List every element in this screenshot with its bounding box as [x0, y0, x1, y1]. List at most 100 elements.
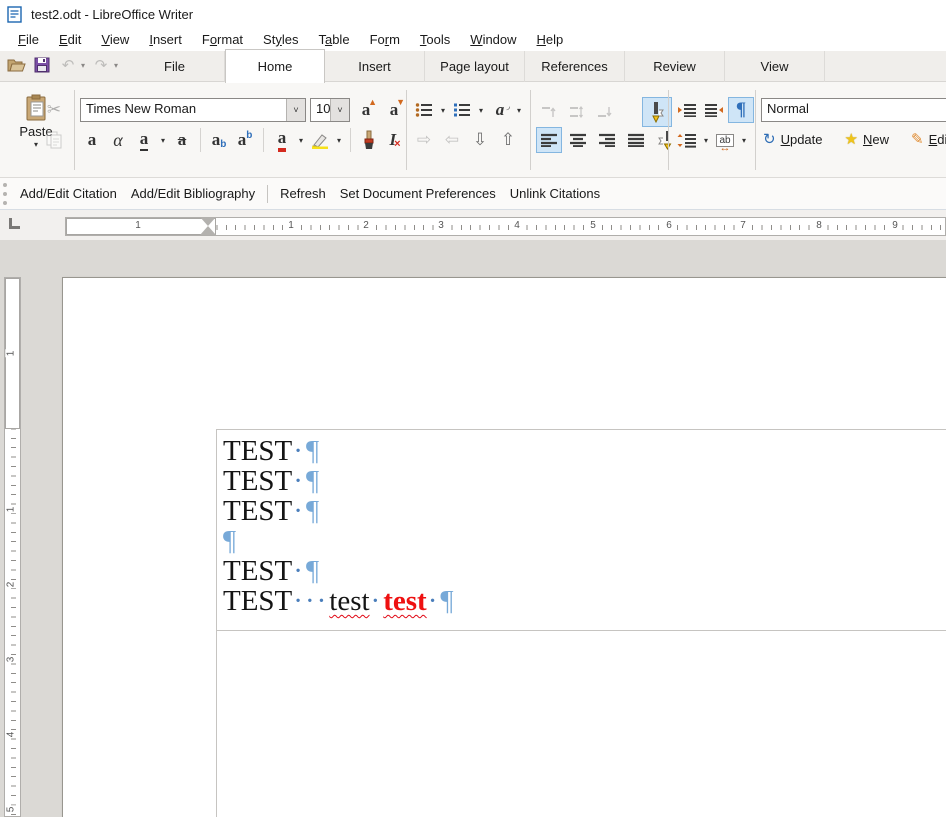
open-icon[interactable]	[6, 54, 26, 76]
font-color-icon[interactable]: a	[270, 128, 294, 152]
italic-icon[interactable]: α	[106, 128, 130, 152]
bold-icon[interactable]: a	[80, 128, 104, 152]
line-spacing-icon[interactable]	[675, 128, 699, 152]
document-text[interactable]: TEST·¶TEST·¶TEST·¶¶TEST·¶TEST···test·tes…	[223, 436, 454, 616]
grow-font-icon[interactable]: a▲	[354, 98, 378, 122]
outline-format-icon[interactable]: a◞	[488, 98, 512, 122]
redo-icon[interactable]: ↷	[91, 54, 111, 76]
char-spacing-dropdown-icon[interactable]: ▾	[739, 136, 749, 145]
align-justify-icon[interactable]	[624, 128, 648, 152]
ruler-strip: 1123456789	[0, 210, 946, 240]
tab-page-layout[interactable]: Page layout	[425, 51, 525, 82]
move-down-icon[interactable]: ⇩	[468, 128, 492, 152]
edit-style-button[interactable]: ✎ Edit	[911, 130, 946, 148]
tab-review[interactable]: Review	[625, 51, 725, 82]
zotero-unlink-citations[interactable]: Unlink Citations	[503, 181, 607, 206]
menu-window[interactable]: Window	[460, 29, 526, 50]
underline-dropdown-icon[interactable]: ▾	[158, 136, 168, 145]
align-center-icon[interactable]	[566, 128, 590, 152]
move-up-icon[interactable]: ⇧	[496, 128, 520, 152]
new-style-button[interactable]: ★New	[845, 130, 889, 148]
menu-form[interactable]: Form	[360, 29, 410, 50]
menu-format[interactable]: Format	[192, 29, 253, 50]
zotero-add-edit-citation[interactable]: Add/Edit Citation	[13, 181, 124, 206]
fill-mode-icon[interactable]	[653, 128, 677, 152]
increase-indent-icon[interactable]	[675, 98, 699, 122]
copy-icon[interactable]	[42, 128, 66, 152]
font-size-combo[interactable]: 10 ˅	[310, 98, 350, 122]
shrink-font-icon[interactable]: a▼	[382, 98, 406, 122]
vertical-ruler[interactable]: 112345	[4, 277, 21, 817]
demote-icon[interactable]: ⇨	[412, 128, 436, 152]
tab-view[interactable]: View	[725, 51, 825, 82]
edit-label: Edit	[929, 132, 946, 147]
menu-file[interactable]: File	[8, 29, 49, 50]
ruler-number: 1	[134, 220, 142, 231]
tab-references[interactable]: References	[525, 51, 625, 82]
edit-icon: ✎	[911, 130, 924, 148]
bullet-list-dropdown-icon[interactable]: ▾	[438, 106, 448, 115]
strikethrough-icon[interactable]: a	[170, 128, 194, 152]
space-mark: ·	[293, 495, 305, 527]
clear-formatting-icon[interactable]: I×	[383, 128, 407, 152]
menu-edit[interactable]: Edit	[49, 29, 91, 50]
ruler-number: 1	[5, 350, 16, 358]
tab-file[interactable]: File	[125, 51, 225, 82]
cut-icon[interactable]: ✂	[42, 98, 66, 122]
line-spacing-dropdown-icon[interactable]: ▾	[701, 136, 711, 145]
save-icon[interactable]	[32, 54, 52, 76]
numbered-list-icon[interactable]	[450, 98, 474, 122]
spacing-row	[537, 98, 671, 126]
space-both-icon[interactable]	[565, 100, 589, 124]
direct-cursor-icon[interactable]	[643, 98, 671, 126]
promote-icon[interactable]: ⇦	[440, 128, 464, 152]
menu-styles[interactable]: Styles	[253, 29, 308, 50]
align-right-icon[interactable]	[595, 128, 619, 152]
list-row: ▾ ▾ a◞ ▾	[412, 98, 524, 122]
font-name-combo[interactable]: Times New Roman ˅	[80, 98, 306, 122]
ruler-number: 2	[5, 581, 16, 589]
decrease-indent-icon[interactable]	[702, 98, 726, 122]
toolbar-grip[interactable]	[3, 183, 7, 205]
menu-tools[interactable]: Tools	[410, 29, 460, 50]
redo-dropdown-icon[interactable]: ▾	[114, 61, 118, 70]
bullet-list-icon[interactable]	[412, 98, 436, 122]
space-above-icon[interactable]	[537, 100, 561, 124]
undo-icon[interactable]: ↶	[58, 54, 78, 76]
paste-dropdown-icon[interactable]: ▾	[31, 140, 41, 149]
clone-formatting-icon[interactable]	[357, 128, 381, 152]
menu-insert[interactable]: Insert	[139, 29, 192, 50]
formatting-marks-icon[interactable]: ¶	[729, 98, 753, 122]
subscript-icon[interactable]: ab	[207, 128, 231, 152]
font-color-dropdown-icon[interactable]: ▾	[296, 136, 306, 145]
tab-home[interactable]: Home	[225, 49, 325, 83]
underline-icon[interactable]: a	[132, 128, 156, 152]
zotero-add-edit-bibliography[interactable]: Add/Edit Bibliography	[124, 181, 262, 206]
font-size-dropdown-icon[interactable]: ˅	[330, 99, 349, 121]
menu-table[interactable]: Table	[308, 29, 359, 50]
menu-help[interactable]: Help	[527, 29, 574, 50]
text-run: TEST	[223, 495, 292, 527]
space-below-icon[interactable]	[593, 100, 617, 124]
char-spacing-icon[interactable]: ab ↔	[713, 128, 737, 152]
tab-stop-selector-icon[interactable]	[9, 218, 20, 229]
text-run: TEST	[223, 585, 292, 617]
style-combo[interactable]: Normal	[761, 98, 946, 122]
highlight-dropdown-icon[interactable]: ▾	[334, 136, 344, 145]
document-page[interactable]: TEST·¶TEST·¶TEST·¶¶TEST·¶TEST···test·tes…	[62, 277, 946, 817]
numbered-list-dropdown-icon[interactable]: ▾	[476, 106, 486, 115]
horizontal-ruler[interactable]: 1123456789	[65, 217, 946, 236]
zotero-refresh[interactable]: Refresh	[273, 181, 333, 206]
menu-view[interactable]: View	[91, 29, 139, 50]
highlight-color-icon[interactable]	[308, 128, 332, 152]
update-icon: ↻	[763, 130, 776, 148]
superscript-icon[interactable]: ab	[233, 128, 257, 152]
align-left-icon[interactable]	[537, 128, 561, 152]
update-style-button[interactable]: ↻Update	[763, 130, 823, 148]
notebookbar-tabs: FileHomeInsertPage layoutReferencesRevie…	[125, 51, 825, 82]
zotero-set-document-preferences[interactable]: Set Document Preferences	[333, 181, 503, 206]
undo-dropdown-icon[interactable]: ▾	[81, 61, 85, 70]
tab-insert[interactable]: Insert	[325, 51, 425, 82]
outline-format-dropdown-icon[interactable]: ▾	[514, 106, 524, 115]
font-name-dropdown-icon[interactable]: ˅	[286, 99, 305, 121]
